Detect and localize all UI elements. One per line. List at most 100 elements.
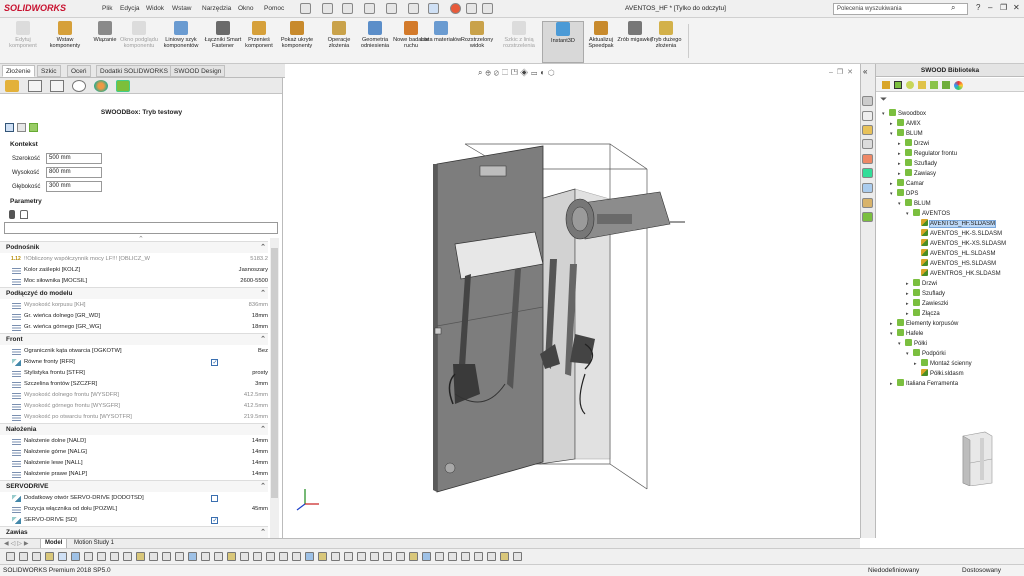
swood-icon[interactable] [116,80,130,92]
tree-node[interactable]: AVENTROS_HK.SLDASM [914,269,1001,277]
parameter-row[interactable]: Wysokość dolnego frontu [WYSDFR] 412.5mm [4,390,268,401]
filter-icon[interactable]: ⏷ [880,94,887,105]
depth-field[interactable]: 300 mm [46,181,102,192]
command-button-13[interactable]: Szkic z linią rozstrzelenia [498,21,540,50]
toggle-view-icon[interactable] [5,123,14,132]
expand-closed-icon[interactable]: ▸ [906,301,913,307]
bottom-tool-icon[interactable] [188,552,197,561]
library-edgeband-icon[interactable] [942,81,950,89]
cm-tab-0[interactable]: Złożenie [2,65,35,77]
group-header[interactable]: Podłączyć do modelu ⌃ [0,287,268,299]
bottom-tool-icon[interactable] [175,552,184,561]
collapse-chevron-icon[interactable]: ⌃ [260,482,266,490]
expand-closed-icon[interactable]: ▸ [906,281,913,287]
parameter-row[interactable]: Nałożenie górne [NALG] 14mm [4,447,268,458]
bottom-tool-icon[interactable] [97,552,106,561]
parameter-row[interactable]: SERVO-DRIVE [SD] [4,515,268,526]
swoodbox-icon[interactable] [29,123,38,132]
tree-node[interactable]: ▾ Swoodbox [882,109,926,117]
design-library-icon[interactable] [862,125,873,135]
menu-item-2[interactable]: Widok [146,5,164,12]
library-folder-icon[interactable] [882,81,890,89]
tree-node[interactable]: ▾ BLUM [890,129,923,137]
parameter-value[interactable]: 14mm [252,471,268,477]
bottom-tool-icon[interactable] [357,552,366,561]
bottom-tool-icon[interactable] [149,552,158,561]
expand-closed-icon[interactable]: ▸ [890,121,897,127]
parameter-row[interactable]: Gr. wieńca dolnego [GR_WD] 18mm [4,311,268,322]
bottom-tool-icon[interactable] [487,552,496,561]
bottom-tool-icon[interactable] [318,552,327,561]
parameter-value[interactable]: 14mm [252,438,268,444]
collapse-chevron-icon[interactable]: ⌃ [260,528,266,536]
parameter-row[interactable]: Szczelina frontów [SZCZFR] 3mm [4,379,268,390]
cm-tab-3[interactable]: Dodatki SOLIDWORKS [96,65,172,77]
group-header[interactable]: Zawias ⌃ [0,526,268,538]
file-explorer-icon[interactable] [862,139,873,149]
parameter-filter-input[interactable] [4,222,278,234]
tree-node[interactable]: ▾ Hafele [890,329,923,337]
bottom-tool-icon[interactable] [253,552,262,561]
bottom-tool-icon[interactable] [331,552,340,561]
expand-closed-icon[interactable]: ▸ [898,141,905,147]
bottom-tool-icon[interactable] [461,552,470,561]
height-field[interactable]: 800 mm [46,167,102,178]
bottom-tool-icon[interactable] [136,552,145,561]
bottom-tool-icon[interactable] [305,552,314,561]
library-material-icon[interactable] [930,81,938,89]
bottom-tool-icon[interactable] [201,552,210,561]
bottom-tool-icon[interactable] [227,552,236,561]
command-button-6[interactable]: Przenieś komponent [238,21,280,50]
library-color-icon[interactable] [954,81,963,90]
viewport-controls[interactable]: –❐✕ [829,68,857,76]
command-button-17[interactable]: Tryb dużego złożenia [645,21,687,50]
expand-open-icon[interactable]: ▾ [898,201,905,207]
bottom-tool-icon[interactable] [500,552,509,561]
bottom-tool-icon[interactable] [396,552,405,561]
menu-item-4[interactable]: Narzędzia [202,5,231,12]
library-model-icon[interactable] [906,81,914,89]
collapse-chevron-icon[interactable]: ⌃ [260,335,266,343]
tree-node[interactable]: ▸ Złącza [906,309,940,317]
parameter-row[interactable]: Ogranicznik kąta otwarcia [OGKOTW] Bez [4,346,268,357]
help-icon[interactable]: ? [976,3,980,12]
restore-button[interactable]: ❐ [1000,3,1007,12]
expand-open-icon[interactable]: ▾ [906,351,913,357]
expand-open-icon[interactable]: ▾ [906,211,913,217]
parameter-row[interactable]: Gr. wieńca górnego [GR_WG] 18mm [4,322,268,333]
menu-item-6[interactable]: Pomoc [264,5,284,12]
swood-library-icon[interactable] [862,198,873,208]
collapse-pane-icon[interactable]: « [863,67,867,76]
command-button-1[interactable]: Wstaw komponenty [44,21,86,50]
bottom-tool-icon[interactable] [19,552,28,561]
heads-up-view-toolbar[interactable]: ⌕⊕⊘⬚◳◈▭◐⬡ [478,68,557,78]
library-hardware-icon[interactable] [918,81,926,89]
parameter-row[interactable]: Wysokość korpusu [KH] 836mm [4,300,268,311]
command-button-14[interactable]: Instant3D [542,21,584,63]
bottom-tool-icon[interactable] [162,552,171,561]
bottom-tool-icon[interactable] [32,552,41,561]
menu-item-0[interactable]: Plik [102,5,112,12]
close-button[interactable]: ✕ [1013,3,1020,12]
bottom-tool-icon[interactable] [71,552,80,561]
menu-item-5[interactable]: Okno [238,5,254,12]
bottom-tool-icon[interactable] [58,552,67,561]
parameter-value[interactable]: 18mm [252,313,268,319]
parameter-checkbox[interactable] [211,359,218,366]
bottom-tool-icon[interactable] [383,552,392,561]
custom-properties-icon[interactable] [862,183,873,193]
parameter-row[interactable]: Stylistyka frontu [STFR] prosty [4,368,268,379]
parameter-row[interactable]: Nałożenie lewe [NALL] 14mm [4,458,268,469]
rebuild-icon[interactable] [450,3,461,14]
command-button-12[interactable]: Rozstrzelony widok [456,21,498,50]
bottom-tool-icon[interactable] [435,552,444,561]
parameter-row[interactable]: Pozycja włącznika od dołu [POZWL] 45mm [4,504,268,515]
bottom-tool-icon[interactable] [84,552,93,561]
expand-open-icon[interactable]: ▾ [882,111,889,117]
property-manager-icon[interactable] [28,80,42,92]
parameter-value[interactable]: 5183.2 [250,256,268,262]
expand-closed-icon[interactable]: ▸ [890,181,897,187]
library-part-icon[interactable] [894,81,902,89]
tree-node[interactable]: ▸ Elementy korpusów [890,319,958,327]
bottom-tool-icon[interactable] [448,552,457,561]
